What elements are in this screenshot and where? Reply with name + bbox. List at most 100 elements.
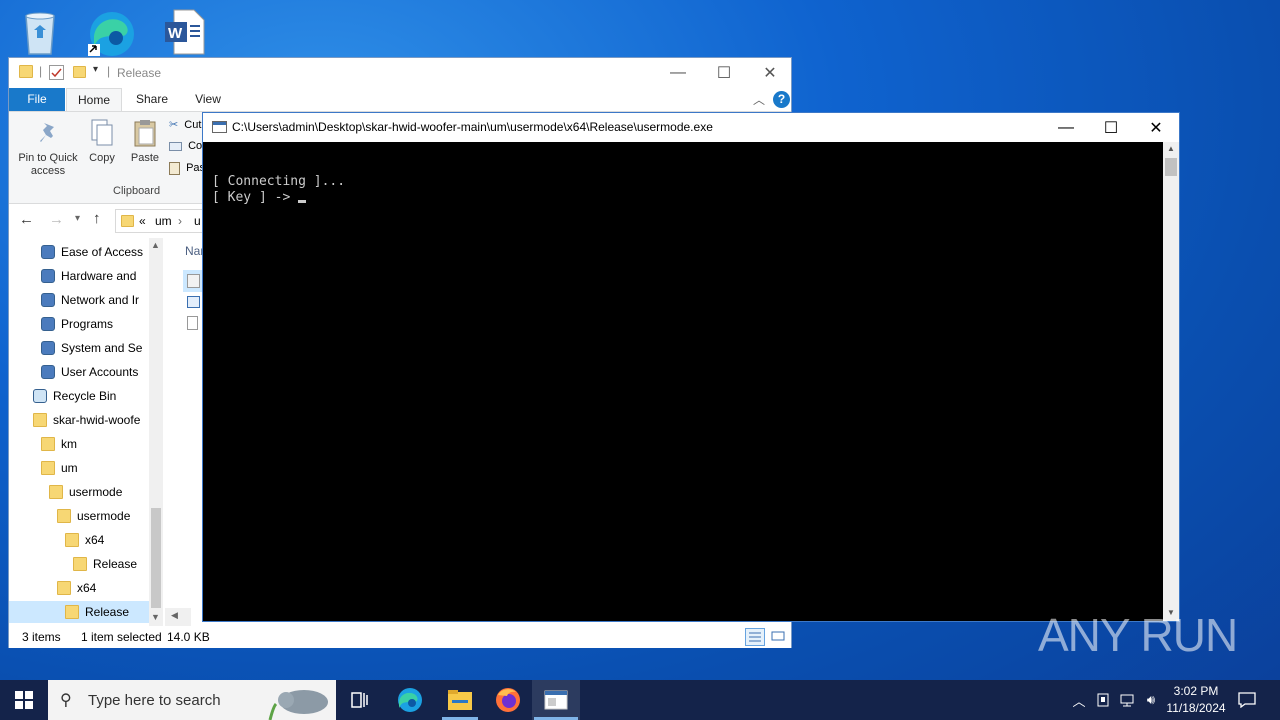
new-folder-icon[interactable] <box>73 66 86 78</box>
breadcrumb-usermode[interactable]: u <box>194 214 201 228</box>
nav-item[interactable]: Hardware and <box>41 265 163 287</box>
copy-icon <box>91 119 113 146</box>
nav-item[interactable]: Programs <box>41 313 163 335</box>
tab-file[interactable]: File <box>9 88 65 111</box>
network-icon[interactable] <box>1116 680 1138 720</box>
clipboard-group-label: Clipboard <box>113 185 161 197</box>
edge-icon[interactable] <box>86 6 138 58</box>
pin-label: Pin to Quick access <box>18 152 78 177</box>
paste-shortcut-button[interactable]: Pas <box>169 162 205 178</box>
volume-icon[interactable]: 🔊︎ <box>1140 680 1162 720</box>
scroll-left-icon[interactable]: ◀ <box>171 610 178 621</box>
customize-quick-access-icon[interactable]: ▾ <box>93 64 98 75</box>
console-window[interactable]: C:\Users\admin\Desktop\skar-hwid-woofer-… <box>202 112 1180 622</box>
folder-icon <box>41 437 55 451</box>
console-scrollbar-thumb[interactable] <box>1165 158 1177 176</box>
explorer-titlebar[interactable]: | ▾ | Release — ☐ ✕ <box>9 58 791 88</box>
up-arrow-icon[interactable]: ↑ <box>93 210 101 227</box>
nav-item[interactable]: skar-hwid-woofe <box>33 409 163 431</box>
nav-scrollbar[interactable]: ▲ ▼ <box>149 238 163 626</box>
application-file-icon[interactable] <box>187 296 200 308</box>
folder-icon <box>57 581 71 595</box>
console-app-icon <box>544 690 568 710</box>
nav-item-label: Programs <box>61 317 114 331</box>
navigation-pane[interactable]: Ease of Access Hardware and Network and Ir… <box>9 238 163 626</box>
notifications-button[interactable] <box>1232 680 1262 720</box>
word-document-icon[interactable]: W <box>160 6 212 58</box>
console-scroll-up-icon[interactable]: ▲ <box>1167 144 1175 153</box>
horizontal-scrollbar[interactable]: ◀ <box>165 608 191 626</box>
nav-item[interactable]: System and Se <box>41 337 163 359</box>
maximize-button[interactable]: ☐ <box>701 58 747 88</box>
console-titlebar[interactable]: C:\Users\admin\Desktop\skar-hwid-woofer-… <box>203 113 1179 142</box>
copy-button[interactable]: Copy <box>85 118 119 165</box>
forward-arrow-icon[interactable]: → <box>49 211 64 228</box>
taskbar-firefox[interactable] <box>484 680 532 720</box>
details-view-icon[interactable] <box>745 628 765 646</box>
breadcrumb-separator-icon: › <box>178 214 182 228</box>
large-icons-view-icon[interactable] <box>769 628 787 646</box>
show-hidden-icons-chevron-icon[interactable]: ︿ <box>1068 680 1090 720</box>
minimize-button[interactable]: — <box>655 58 701 88</box>
scroll-down-icon[interactable]: ▼ <box>151 612 160 622</box>
copy-label: Copy <box>89 152 115 164</box>
paste-button[interactable]: Paste <box>127 118 163 165</box>
nav-item[interactable]: km <box>41 433 163 455</box>
clock[interactable]: 3:02 PM 11/18/2024 <box>1164 683 1228 717</box>
nav-item-label: Hardware and <box>61 269 137 283</box>
recent-locations-icon[interactable]: ▾ <box>75 213 80 224</box>
breadcrumb-um[interactable]: um <box>155 214 172 228</box>
selected-file-row[interactable] <box>183 270 203 292</box>
pin-to-quick-access-button[interactable]: Pin to Quick access <box>13 120 83 178</box>
selection-size: 14.0 KB <box>167 630 210 644</box>
cut-button[interactable]: ✂ Cut <box>169 118 201 134</box>
collapse-ribbon-icon[interactable]: ︿ <box>753 91 765 108</box>
console-prompt: [ Key ] -> <box>212 190 299 205</box>
console-scrollbar[interactable]: ▲ ▼ <box>1163 142 1179 621</box>
console-minimize-button[interactable]: — <box>1043 113 1089 143</box>
nav-scrollbar-thumb[interactable] <box>151 508 161 608</box>
back-arrow-icon[interactable]: ← <box>19 211 34 228</box>
paste-label: Paste <box>130 152 160 164</box>
taskbar-console[interactable] <box>532 680 580 720</box>
tab-share[interactable]: Share <box>127 88 177 111</box>
anyrun-watermark: ANY RUN <box>1038 609 1238 661</box>
close-button[interactable]: ✕ <box>747 58 793 88</box>
properties-icon[interactable] <box>49 65 64 80</box>
start-button[interactable] <box>0 680 48 720</box>
nav-item[interactable]: Recycle Bin <box>33 385 163 407</box>
device-icon[interactable] <box>1092 680 1114 720</box>
taskbar-file-explorer[interactable] <box>436 680 484 720</box>
nav-item[interactable]: Ease of Access <box>41 241 163 263</box>
nav-item[interactable]: x64 <box>57 577 163 599</box>
separator: | <box>39 64 43 78</box>
tab-home[interactable]: Home <box>66 88 122 111</box>
console-maximize-button[interactable]: ☐ <box>1088 113 1134 143</box>
paste-shortcut-icon <box>169 162 180 175</box>
copy-path-icon <box>169 141 182 151</box>
nav-item[interactable]: Release <box>9 601 149 623</box>
nav-item[interactable]: um <box>41 457 163 479</box>
copy-path-button[interactable]: Co <box>169 140 202 156</box>
help-icon[interactable]: ? <box>773 91 790 108</box>
ease-of-access-icon <box>41 245 55 259</box>
nav-item[interactable]: usermode <box>49 481 163 503</box>
address-bar[interactable]: « um › u <box>115 209 205 233</box>
nav-item[interactable]: User Accounts <box>41 361 163 383</box>
nav-item[interactable]: Network and Ir <box>41 289 163 311</box>
console-close-button[interactable]: ✕ <box>1133 113 1179 143</box>
tab-view[interactable]: View <box>183 88 233 111</box>
console-line: [ Key ] -> <box>212 190 307 206</box>
taskbar-edge[interactable] <box>386 680 434 720</box>
nav-item[interactable]: usermode <box>57 505 163 527</box>
recycle-bin-icon[interactable] <box>14 6 66 58</box>
taskbar-search-box[interactable]: ⚲ Type here to search <box>48 680 336 720</box>
separator: | <box>107 64 111 78</box>
breadcrumb-overflow[interactable]: « <box>139 214 146 228</box>
scroll-up-icon[interactable]: ▲ <box>151 240 160 250</box>
console-output[interactable]: [ Connecting ]... [ Key ] -> <box>203 142 1163 621</box>
action-center-icon <box>1238 692 1256 708</box>
executable-file-icon <box>187 274 200 288</box>
file-icon[interactable] <box>187 316 198 330</box>
task-view-button[interactable] <box>336 680 384 720</box>
